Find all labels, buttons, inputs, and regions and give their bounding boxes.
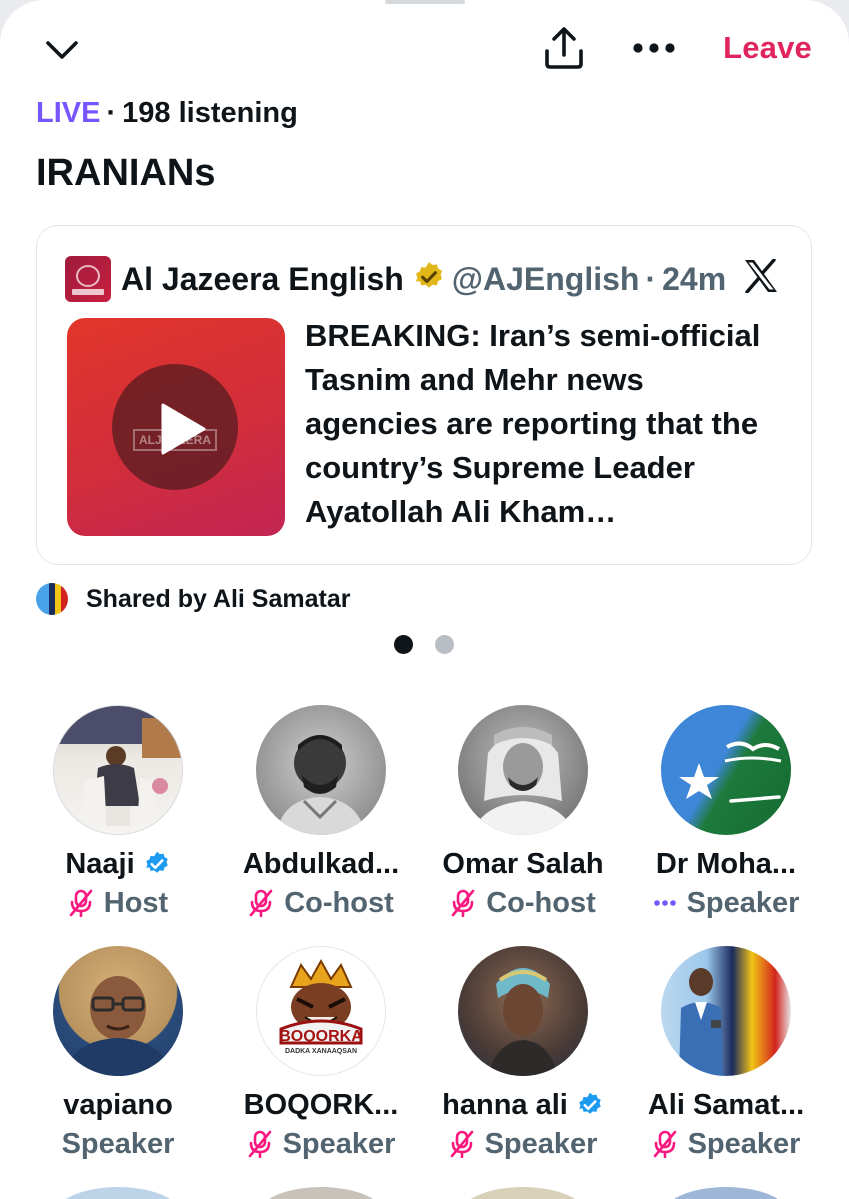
- avatar[interactable]: [458, 1187, 588, 1199]
- avatar[interactable]: [53, 946, 183, 1076]
- mic-muted-icon: [449, 1130, 475, 1158]
- participant-hanna-ali[interactable]: hanna ali Speaker: [423, 946, 623, 1164]
- live-label: LIVE: [36, 97, 101, 129]
- leave-button[interactable]: Leave: [723, 30, 812, 66]
- mic-muted-icon: [652, 1130, 678, 1158]
- page-indicator: [394, 635, 454, 654]
- mic-muted-icon: [247, 1130, 273, 1158]
- participant-role: Speaker: [484, 1127, 598, 1160]
- x-logo-icon: [743, 258, 779, 298]
- blue-verified-icon: [576, 1091, 604, 1119]
- participant-role: Speaker: [687, 1127, 801, 1160]
- shared-by: Shared by Ali Samatar: [36, 583, 350, 615]
- avatar[interactable]: [661, 1187, 791, 1199]
- post-header: Al Jazeera English @AJEnglish · 24m: [65, 256, 726, 302]
- blue-verified-icon: [143, 850, 171, 878]
- participant-name: Omar Salah: [442, 847, 604, 880]
- avatar[interactable]: [53, 705, 183, 835]
- participant-role: Speaker: [61, 1127, 175, 1160]
- avatar[interactable]: [661, 705, 791, 835]
- page-dot[interactable]: [435, 635, 454, 654]
- chevron-down-icon[interactable]: [40, 32, 84, 68]
- share-upload-icon[interactable]: [540, 24, 588, 72]
- mic-muted-icon: [68, 889, 94, 917]
- post-time: 24m: [662, 260, 727, 297]
- sheet-grabber[interactable]: [385, 0, 465, 4]
- participant-name: hanna ali: [442, 1088, 568, 1121]
- participant-abdulkad[interactable]: Abdulkad... Co-host: [221, 705, 421, 923]
- avatar[interactable]: [53, 1187, 183, 1199]
- mic-muted-icon: [248, 889, 274, 917]
- participant-naaji[interactable]: Naaji Host: [18, 705, 218, 923]
- participant-name: Abdulkad...: [242, 847, 400, 880]
- space-sheet: Leave LIVE · 198 listening IRANIANs Al Jaz…: [0, 0, 849, 1199]
- participant-name: BOQORK...: [243, 1088, 399, 1121]
- video-thumbnail[interactable]: ALJAZEERA: [67, 318, 285, 536]
- participant-dr-moha[interactable]: Dr Moha... Speaker: [626, 705, 826, 923]
- post-handle[interactable]: @AJEnglish: [452, 261, 640, 298]
- avatar[interactable]: [458, 946, 588, 1076]
- avatar[interactable]: [256, 705, 386, 835]
- participant-role: Host: [103, 886, 169, 919]
- participant-name: Dr Moha...: [655, 847, 797, 880]
- participant-name: Ali Samat...: [647, 1088, 805, 1121]
- avatar[interactable]: [458, 705, 588, 835]
- space-title: IRANIANs: [36, 152, 216, 194]
- author-avatar[interactable]: [65, 256, 111, 302]
- boqorka-logo-subtext: DADKA XANAAQSAN: [285, 1048, 357, 1055]
- participant-role: Co-host: [284, 886, 394, 919]
- speaking-dots-icon: [653, 899, 677, 907]
- avatar[interactable]: [661, 946, 791, 1076]
- participant-role: Speaker: [282, 1127, 396, 1160]
- participant-role: Co-host: [486, 886, 596, 919]
- listener-count: 198 listening: [122, 97, 298, 129]
- live-status: LIVE · 198 listening: [36, 97, 298, 129]
- page-dot-active[interactable]: [394, 635, 413, 654]
- participant-role: Speaker: [686, 886, 800, 919]
- gold-verified-icon: [412, 260, 446, 299]
- sharer-avatar[interactable]: [36, 583, 68, 615]
- participant-name: vapiano: [63, 1088, 173, 1121]
- post-author[interactable]: Al Jazeera English: [121, 261, 404, 298]
- participant-boqork[interactable]: BOQORKA DADKA XANAAQSAN BOQORK... Speaker: [221, 946, 421, 1164]
- avatar[interactable]: BOQORKA DADKA XANAAQSAN: [256, 946, 386, 1076]
- more-horizontal-icon[interactable]: [631, 36, 677, 60]
- post-text: BREAKING: Iran’s semi-official Tasnim an…: [305, 318, 761, 529]
- play-icon[interactable]: [159, 402, 207, 461]
- pinned-post-card[interactable]: Al Jazeera English @AJEnglish · 24m ALJA…: [36, 225, 812, 565]
- participant-ali-samat[interactable]: Ali Samat... Speaker: [626, 946, 826, 1164]
- boqorka-logo-text: BOQORKA: [279, 1028, 363, 1045]
- participant-name: Naaji: [65, 847, 135, 880]
- mic-muted-icon: [450, 889, 476, 917]
- shared-by-text: Shared by Ali Samatar: [86, 584, 351, 613]
- participant-vapiano[interactable]: vapiano Speaker: [18, 946, 218, 1164]
- avatar[interactable]: [256, 1187, 386, 1199]
- participant-omar-salah[interactable]: Omar Salah Co-host: [423, 705, 623, 923]
